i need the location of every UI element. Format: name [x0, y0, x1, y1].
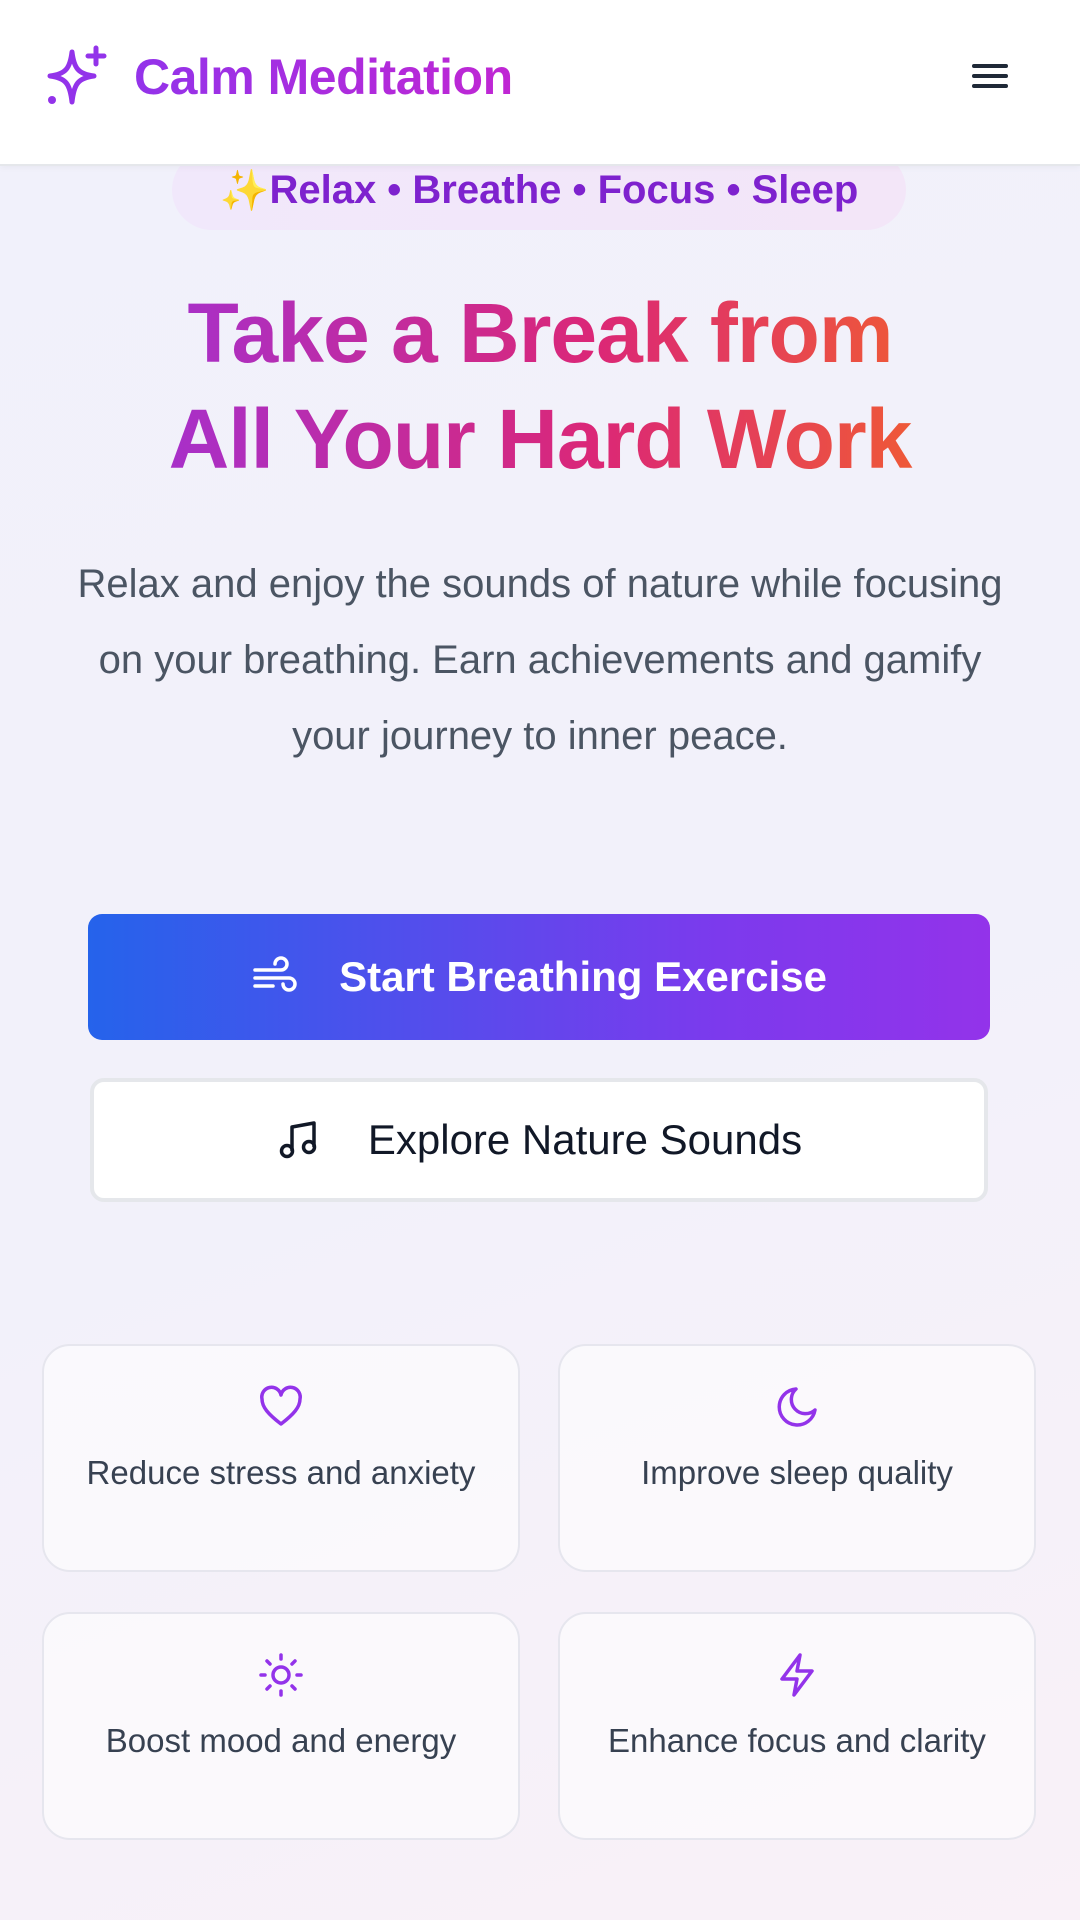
wind-icon [253, 956, 297, 992]
start-breathing-button[interactable]: Start Breathing Exercise [88, 914, 990, 1040]
hero-subtitle: Relax and enjoy the sounds of nature whi… [77, 562, 1003, 758]
benefit-label: Boost mood and energy [105, 1722, 457, 1759]
benefit-card-sleep: Improve sleep quality [558, 1344, 1036, 1572]
hero-title: Take a Break from All Your Hard Work [0, 280, 1080, 492]
explore-sounds-button[interactable]: Explore Nature Sounds [90, 1078, 988, 1202]
music-note-icon [279, 1121, 317, 1159]
lightning-icon [780, 1653, 814, 1697]
heart-icon [260, 1385, 302, 1426]
benefit-label: Enhance focus and clarity [608, 1722, 986, 1759]
sparkles-emoji: ✨ [219, 168, 270, 213]
moon-icon [777, 1387, 817, 1427]
sun-icon [259, 1653, 303, 1697]
explore-sounds-label: Explore Nature Sounds [367, 1116, 803, 1163]
benefit-card-stress: Reduce stress and anxiety [42, 1344, 520, 1572]
brand-name[interactable]: Calm Meditation [134, 46, 513, 108]
sparkles-icon[interactable] [42, 44, 110, 112]
benefit-card-focus: Enhance focus and clarity [558, 1612, 1036, 1840]
start-breathing-label: Start Breathing Exercise [339, 953, 827, 1000]
hero-title-line-2: All Your Hard Work [168, 392, 912, 486]
benefit-label: Improve sleep quality [641, 1454, 953, 1491]
benefit-card-mood: Boost mood and energy [42, 1612, 520, 1840]
hero-title-line-1: Take a Break from [187, 286, 893, 380]
tagline-text: Relax • Breathe • Focus • Sleep [269, 167, 859, 212]
app-header: Calm Meditation [0, 0, 1080, 166]
benefit-label: Reduce stress and anxiety [86, 1454, 476, 1491]
hamburger-menu-icon[interactable] [966, 58, 1014, 100]
